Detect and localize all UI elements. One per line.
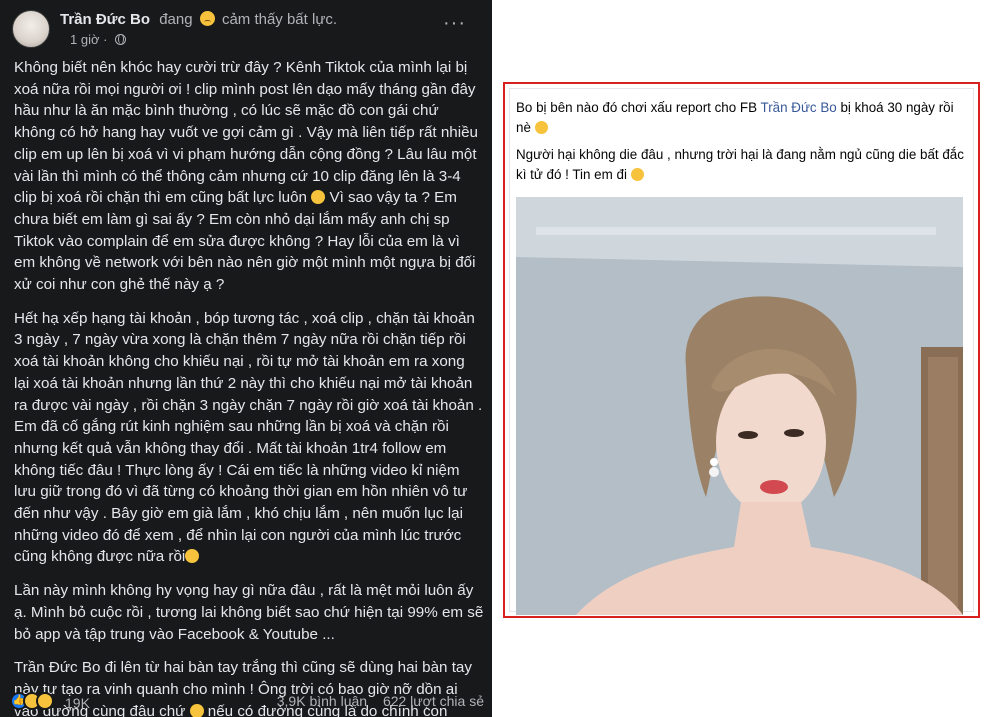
- facebook-post-dark: Trần Đức Bo đang cảm thấy bất lực. 1 giờ…: [0, 0, 492, 717]
- highlighted-screenshot: Bo bị bên nào đó chơi xấu report cho FB …: [503, 82, 980, 618]
- author-name[interactable]: Trần Đức Bo: [60, 11, 150, 28]
- text-segment: Bo bị bên nào đó chơi xấu report cho FB: [516, 100, 758, 115]
- feeling-text: cảm thấy bất lực.: [221, 11, 338, 28]
- emoji-icon: [534, 120, 548, 134]
- text-segment: Người hại không die đâu , nhưng trời hại…: [516, 147, 964, 182]
- paragraph-text: Không biết nên khóc hay cười trừ đây ? K…: [14, 59, 478, 207]
- embedded-line-2: Người hại không die đâu , nhưng trời hại…: [516, 145, 968, 184]
- portrait-illustration: [516, 197, 963, 615]
- sad-face-icon: [199, 11, 215, 26]
- post-paragraph: Lần này mình không hy vọng hay gì nữa đâ…: [14, 580, 484, 645]
- post-paragraph: Không biết nên khóc hay cười trừ đây ? K…: [14, 57, 484, 296]
- smile-emoji-icon: [630, 167, 644, 181]
- engagement-stats: 3,9K bình luận 622 lượt chia sẻ: [265, 693, 484, 709]
- post-body: Không biết nên khóc hay cười trừ đây ? K…: [14, 57, 484, 717]
- share-count[interactable]: 622 lượt chia sẻ: [383, 693, 484, 709]
- paragraph-text: Lần này mình không hy vọng hay gì nữa đâ…: [14, 582, 484, 643]
- post-photo[interactable]: [516, 197, 963, 615]
- post-meta: 1 giờ ·: [70, 32, 127, 47]
- embedded-post-text: Bo bị bên nào đó chơi xấu report cho FB …: [516, 98, 968, 192]
- post-footer: 👍 19K 3,9K bình luận 622 lượt chia sẻ: [10, 690, 484, 712]
- post-paragraph: Hết hạ xếp hạng tài khoản , bóp tương tá…: [14, 308, 484, 568]
- reaction-count[interactable]: 19K: [65, 695, 90, 711]
- more-options-icon[interactable]: ···: [443, 12, 466, 35]
- profile-link[interactable]: Trần Đức Bo: [761, 100, 837, 115]
- haha-reaction-icon: [36, 692, 54, 710]
- smile-emoji-icon: [185, 549, 200, 564]
- embedded-post: Bo bị bên nào đó chơi xấu report cho FB …: [509, 88, 974, 615]
- paragraph-text: Hết hạ xếp hạng tài khoản , bóp tương tá…: [14, 309, 483, 566]
- avatar[interactable]: [12, 10, 50, 48]
- feeling-prefix: đang: [159, 11, 193, 28]
- globe-icon: [115, 34, 127, 45]
- comment-count[interactable]: 3,9K bình luận: [277, 693, 367, 709]
- smile-emoji-icon: [311, 190, 326, 205]
- embedded-line-1: Bo bị bên nào đó chơi xấu report cho FB …: [516, 98, 968, 137]
- post-header: Trần Đức Bo đang cảm thấy bất lực. 1 giờ…: [10, 8, 480, 50]
- post-timestamp[interactable]: 1 giờ ·: [70, 32, 107, 47]
- author-line: Trần Đức Bo đang cảm thấy bất lực.: [60, 11, 337, 28]
